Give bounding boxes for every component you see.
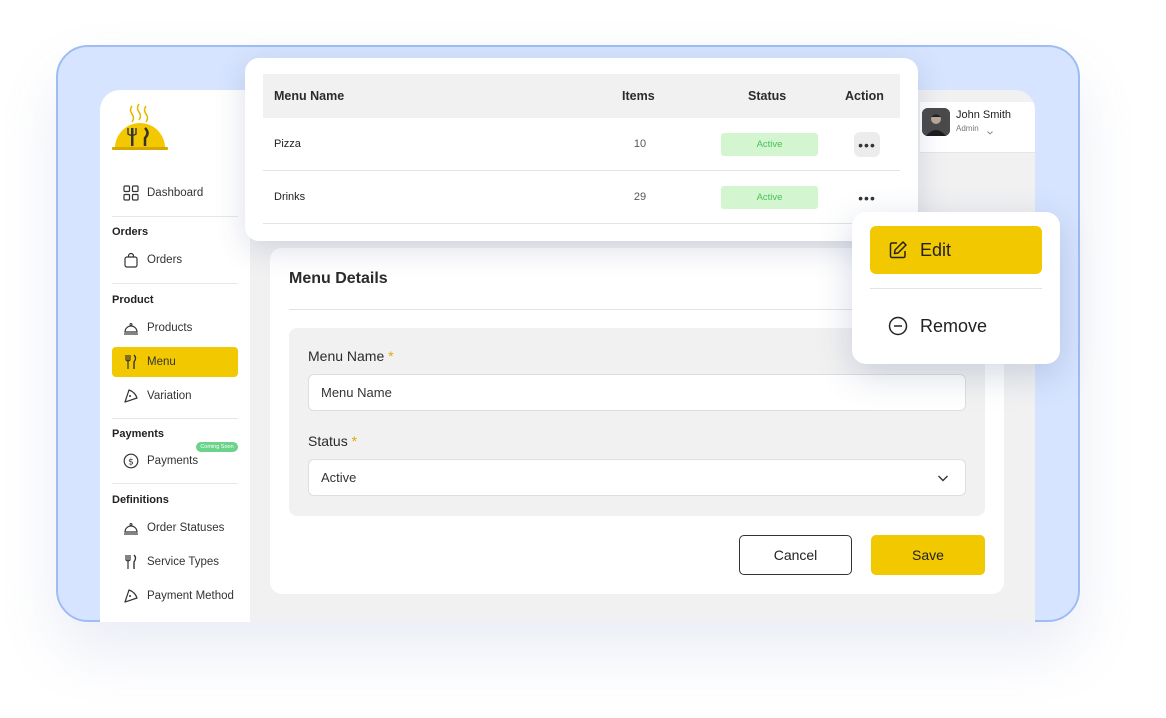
cloche-icon — [122, 320, 139, 337]
sidebar-item-label: Products — [147, 322, 193, 334]
items-cell: 29 — [633, 191, 647, 203]
more-options-button[interactable]: ••• — [854, 185, 880, 210]
sidebar-item-service-types[interactable]: Service Types — [112, 547, 238, 577]
menu-name-input[interactable]: Menu Name — [308, 374, 966, 411]
sidebar-item-variation[interactable]: Variation — [112, 381, 238, 411]
sidebar-item-label: Orders — [147, 254, 183, 266]
restaurant-logo-icon — [112, 102, 168, 154]
menu-name-cell: Pizza — [274, 138, 301, 150]
sidebar-item-menu[interactable]: Menu — [112, 347, 238, 377]
remove-menu-item[interactable]: Remove — [870, 302, 1042, 350]
cancel-button[interactable]: Cancel — [739, 535, 852, 575]
column-header-status: Status — [748, 89, 787, 103]
table-row[interactable]: Pizza 10 Active ••• — [263, 118, 900, 171]
shopping-bag-icon — [122, 252, 139, 269]
section-title-product: Product — [112, 294, 154, 306]
menu-name-cell: Drinks — [274, 191, 306, 203]
chevron-down-icon[interactable] — [986, 124, 994, 135]
required-mark: * — [388, 348, 394, 364]
column-header-name: Menu Name — [274, 89, 345, 103]
dollar-circle-icon: $ — [122, 453, 139, 470]
sidebar-item-dashboard[interactable]: Dashboard — [112, 178, 238, 208]
menu-name-label: Menu Name * — [308, 348, 394, 364]
fork-knife-icon — [122, 554, 139, 571]
divider — [112, 283, 238, 284]
divider — [870, 288, 1042, 289]
sidebar-item-label: Service Types — [147, 556, 220, 568]
avatar[interactable] — [922, 108, 950, 136]
menu-table: Menu Name Items Status Action Pizza 10 A… — [245, 58, 918, 241]
cloche-icon — [122, 520, 139, 537]
items-cell: 10 — [633, 138, 647, 150]
table-header: Menu Name Items Status Action — [263, 74, 900, 118]
sidebar-item-label: Dashboard — [147, 187, 204, 199]
column-header-action: Action — [845, 89, 884, 103]
minus-circle-icon — [888, 316, 908, 336]
divider — [112, 216, 238, 217]
sidebar-item-payments[interactable]: $ Payments — [112, 446, 238, 476]
divider — [112, 418, 238, 419]
sidebar-item-label: Payment Method — [147, 590, 234, 602]
page-title: Menu Details — [289, 270, 388, 287]
edit-icon — [888, 240, 908, 260]
chevron-down-icon — [937, 472, 949, 484]
sidebar-item-label: Order Statuses — [147, 522, 225, 534]
sidebar-item-label: Payments — [147, 455, 199, 467]
status-label: Status * — [308, 433, 358, 449]
divider — [920, 152, 1035, 153]
save-button[interactable]: Save — [871, 535, 985, 575]
more-horizontal-icon: ••• — [858, 136, 876, 153]
section-title-definitions: Definitions — [112, 494, 169, 506]
sidebar-item-products[interactable]: Products — [112, 313, 238, 343]
pizza-slice-icon — [122, 588, 139, 605]
section-title-orders: Orders — [112, 226, 149, 238]
more-options-button[interactable]: ••• — [854, 132, 880, 157]
pizza-slice-icon — [122, 388, 139, 405]
section-title-payments: Payments — [112, 428, 164, 440]
sidebar: Dashboard Orders Orders Product Products… — [100, 90, 250, 622]
more-horizontal-icon: ••• — [858, 189, 876, 206]
grid-icon — [122, 185, 139, 202]
sidebar-item-orders[interactable]: Orders — [112, 245, 238, 275]
column-header-items: Items — [622, 89, 655, 103]
user-name: John Smith — [956, 109, 1012, 121]
sidebar-item-payment-method[interactable]: Payment Method — [112, 581, 238, 611]
status-badge: Active — [721, 186, 818, 209]
svg-text:$: $ — [128, 458, 134, 468]
sidebar-item-label: Variation — [147, 390, 192, 402]
required-mark: * — [351, 433, 358, 449]
sidebar-item-order-statuses[interactable]: Order Statuses — [112, 513, 238, 543]
user-role: Admin — [956, 124, 979, 133]
table-row[interactable]: Drinks 29 Active ••• — [263, 171, 900, 224]
divider — [112, 483, 238, 484]
status-badge: Active — [721, 133, 818, 156]
edit-menu-item[interactable]: Edit — [870, 226, 1042, 274]
status-select[interactable]: Active — [308, 459, 966, 496]
fork-knife-icon — [122, 354, 139, 371]
action-popup: Edit Remove — [852, 212, 1060, 364]
sidebar-item-label: Menu — [147, 356, 176, 368]
